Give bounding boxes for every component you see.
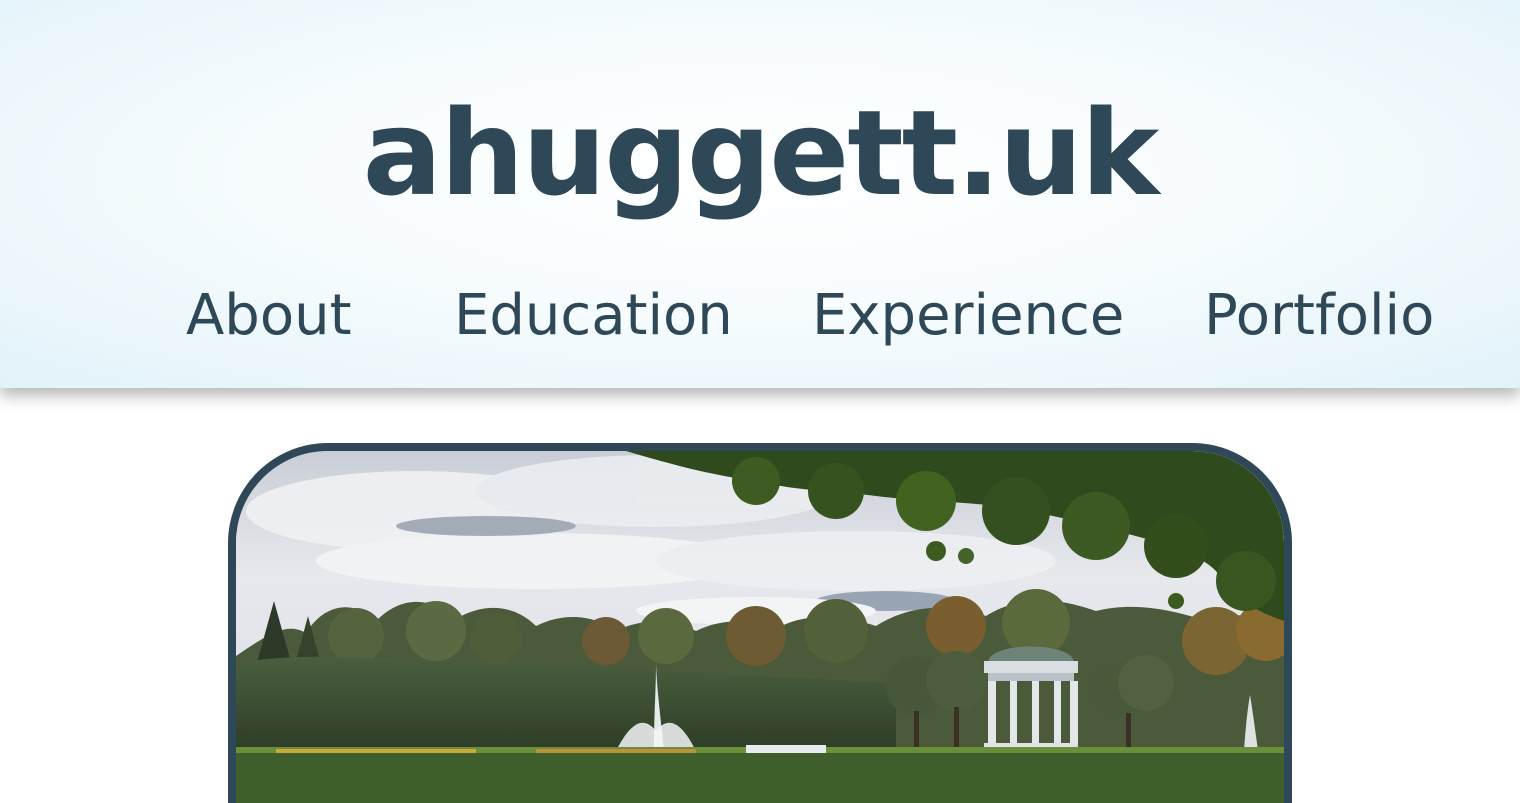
main-nav: About Education Experience Portfolio	[0, 276, 1520, 356]
nav-link-portfolio[interactable]: Portfolio	[1204, 276, 1434, 356]
site-title[interactable]: ahuggett.uk	[0, 78, 1520, 228]
nav-link-experience[interactable]: Experience	[812, 276, 1124, 356]
nav-link-education[interactable]: Education	[454, 276, 733, 356]
lawn	[236, 747, 1284, 803]
nav-link-about[interactable]: About	[186, 276, 352, 356]
park-fountain-gazebo-photo	[236, 451, 1284, 803]
hero-image-frame	[228, 443, 1292, 803]
site-header: ahuggett.uk About Education Experience P…	[0, 0, 1520, 388]
